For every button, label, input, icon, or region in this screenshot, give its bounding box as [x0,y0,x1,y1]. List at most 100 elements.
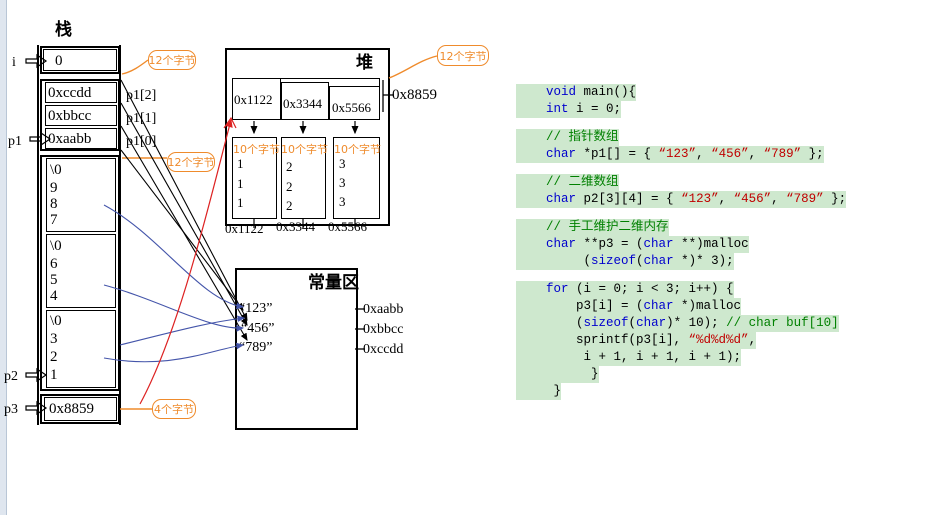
constant-address-1: 0xbbcc [363,322,404,337]
callout-p3-4bytes: 4个字节 [152,399,196,419]
code-token: “123” [681,192,719,206]
pointer-label-p1: p1 [8,134,22,149]
diagram-canvas: 栈 0 i 0xccdd 0xbbcc 0xaabb p1 p1[2] p1[1… [0,0,952,515]
heap-block-0-char-0: 1 [237,156,244,171]
code-line-highlight: } [516,366,599,383]
constant-string-2: “789” [239,340,273,355]
p2-row-2-cell-1: 3 [50,331,58,347]
code-token: } [591,367,599,381]
code-line-highlight: void main(){ [516,84,637,101]
code-line: (sizeof(char *)* 3); [516,253,916,270]
heap-block-0-size: 10个字节 [233,143,280,156]
code-line: p3[i] = (char *)malloc [516,298,916,315]
code-token: char [546,237,577,251]
code-token: // 手工维护二维内存 [546,220,669,234]
code-line-highlight: int i = 0; [516,101,622,118]
callout-stack-i-12bytes: 12个字节 [148,50,196,70]
stack-cell-i-value: 0 [55,53,63,69]
code-token: sprintf(p3[i], [576,333,689,347]
code-token: sizeof [583,316,629,330]
heap-block-1-char-1: 2 [286,179,293,194]
code-line: // 手工维护二维内存 [516,219,916,236]
p1-index-label-1: p1[1] [126,111,157,126]
stack-title: 栈 [55,20,72,40]
code-gap [516,163,916,174]
p2-row-0-cell-2: 8 [50,196,58,212]
p2-row-2-cell-0: \0 [50,313,62,329]
code-line: char p2[3][4] = { “123”, “456”, “789” }; [516,191,916,208]
code-token: **)malloc [673,237,749,251]
constant-string-0: “123” [239,301,273,316]
code-line-highlight: (sizeof(char)* 10); // char buf[10] [516,315,839,332]
p1-cell-0-value: 0xaabb [48,131,92,147]
p2-row-0-cell-0: \0 [50,162,62,178]
heap-block-0-address: 0x1122 [225,221,264,236]
pointer-label-p2: p2 [4,369,18,384]
callout-heap-12bytes: 12个字节 [437,45,489,66]
code-token: main(){ [576,85,637,99]
code-gap [516,208,916,219]
code-token: // char buf[10] [726,316,839,330]
code-token: “%d%d%d” [688,333,749,347]
heap-pointer-cell-0-value: 0x1122 [234,92,273,107]
p1-index-label-2: p1[2] [126,88,157,103]
code-token: void [546,85,577,99]
code-gap [516,118,916,129]
heap-block-1-char-2: 2 [286,198,293,213]
code-token: i + 1, i + 1, i + 1); [576,350,742,364]
code-line-highlight: sprintf(p3[i], “%d%d%d”, [516,332,757,349]
code-token: **p3 = ( [576,237,644,251]
code-line: char **p3 = (char **)malloc [516,236,916,253]
code-token: , [696,147,712,161]
code-token: ( [628,316,637,330]
code-token: “123” [658,147,697,161]
heap-block-2-char-1: 3 [339,175,346,190]
code-line: } [516,383,916,400]
p2-row-0-cell-3: 7 [50,212,58,228]
code-token: // 二维数组 [546,175,619,189]
code-token: *p1[] = { [576,147,659,161]
constant-string-1: “456” [241,321,275,336]
code-token: “789” [763,147,802,161]
callout-p2-12bytes: 12个字节 [167,152,215,172]
code-line-highlight: i + 1, i + 1, i + 1); [516,349,742,366]
code-token: // 指针数组 [546,130,619,144]
left-edge-line [6,0,7,515]
p1-index-label-0: p1[0] [126,134,157,149]
code-token: char [546,192,577,206]
code-token: , [771,192,787,206]
code-line: void main(){ [516,84,916,101]
code-line-highlight: // 手工维护二维内存 [516,219,669,236]
code-line-highlight: char **p3 = (char **)malloc [516,236,749,253]
code-token: , [748,147,764,161]
code-line: // 指针数组 [516,129,916,146]
code-token: for [546,282,569,296]
p2-row-0-cell-1: 9 [50,180,58,196]
code-token: }; [823,192,847,206]
heap-block-1-address: 0x3344 [276,219,315,234]
heap-pointer-cell-1-value: 0x3344 [283,96,322,111]
heap-block-0-char-2: 1 [237,195,244,210]
code-line-highlight: // 指针数组 [516,129,619,146]
code-line: } [516,366,916,383]
code-token: *)* 3); [673,254,734,268]
heap-block-2-char-2: 3 [339,194,346,209]
p2-to-constants-curves [103,204,246,363]
p1-cell-2-value: 0xccdd [48,85,92,101]
code-token: (i = 0; i < 3; i++) { [568,282,734,296]
code-token: char [643,299,674,313]
code-token: i = 0; [568,102,622,116]
code-token: int [546,102,569,116]
p2-row-2-cell-3: 1 [50,367,58,383]
code-line-highlight: char *p1[] = { “123”, “456”, “789” }; [516,146,824,163]
code-token: }; [801,147,824,161]
code-line: int i = 0; [516,101,916,118]
code-panel: void main(){ int i = 0; // 指针数组 char *p1… [516,84,916,400]
pointer-label-p3: p3 [4,402,18,417]
constants-title: 常量区 [308,273,359,293]
p2-row-1-cell-3: 4 [50,288,58,304]
heap-block-2-address: 0x5566 [328,219,367,234]
code-line: (sizeof(char)* 10); // char buf[10] [516,315,916,332]
code-token: “456” [711,147,749,161]
code-line: sprintf(p3[i], “%d%d%d”, [516,332,916,349]
